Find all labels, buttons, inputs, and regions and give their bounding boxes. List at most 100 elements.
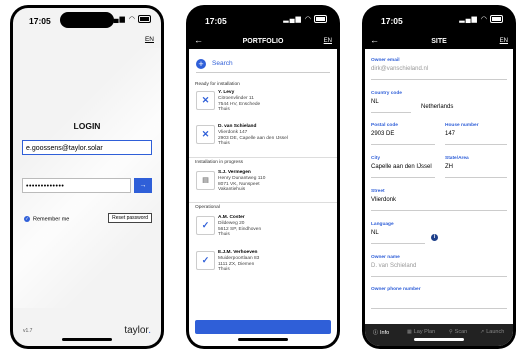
divider xyxy=(371,308,507,309)
remember-me-checkbox[interactable]: ✓ Remember me xyxy=(24,216,69,222)
list-item[interactable]: ✓ E.J.M. Verhoeven Muiderpoortlaan 83 11… xyxy=(196,250,330,279)
street-label: Street xyxy=(371,189,385,194)
nav-bar: ← SITE EN xyxy=(365,34,513,49)
login-phone: 17:05 ▂▄▆ ◠ EN LOGIN e.goossens@taylor.s… xyxy=(10,5,164,349)
installation-icon: ▤ xyxy=(196,171,215,190)
tab-lay-plan-label: Lay Plan xyxy=(413,329,436,335)
battery-icon xyxy=(138,15,151,24)
divider xyxy=(371,177,435,178)
info-icon: ⓘ xyxy=(373,330,379,336)
page-title: SITE xyxy=(431,38,447,45)
primary-action-button[interactable] xyxy=(195,320,331,334)
list-item[interactable]: ✓ A.M. Coster Dildeweg 20 5612 SP, Eindh… xyxy=(196,215,330,244)
city-label: City xyxy=(371,156,381,161)
list-item-text: D. van Schieland Vlierdonk 147 2903 DE, … xyxy=(218,124,288,147)
owner-email-value: dirk@vanschieland.nl xyxy=(371,66,429,72)
search-bar[interactable]: + Search xyxy=(196,59,330,73)
divider xyxy=(371,144,435,145)
language-switch[interactable]: EN xyxy=(145,36,154,43)
street-field[interactable]: Street Vlierdonk xyxy=(371,189,396,203)
divider xyxy=(371,112,411,113)
status-icons: ▂▄▆ ◠ xyxy=(283,15,327,24)
email-field[interactable]: e.goossens@taylor.solar xyxy=(22,140,152,155)
grid-icon: ▦ xyxy=(407,329,412,335)
country-code-field[interactable]: Country code NL xyxy=(371,91,402,105)
divider xyxy=(371,210,507,211)
tab-scan[interactable]: ⚲ Scan xyxy=(449,329,467,335)
site-form: Owner email dirk@vanschieland.nl Country… xyxy=(365,49,513,346)
tab-launch[interactable]: ↗ Launch xyxy=(480,329,504,335)
info-icon[interactable]: i xyxy=(431,234,438,241)
list-item[interactable]: ✕ D. van Schieland Vlierdonk 147 2903 DE… xyxy=(196,124,330,153)
search-input[interactable]: Search xyxy=(212,60,233,67)
nav-bar: ← PORTFOLIO EN xyxy=(189,34,337,49)
postal-code-label: Postal code xyxy=(371,123,398,128)
list-item-text: E.J.M. Verhoeven Muiderpoortlaan 83 1111… xyxy=(218,250,259,273)
list-item[interactable]: ▤ S.J. Vermegen Henry Dunantweg 110 8071… xyxy=(196,170,330,199)
country-code-label: Country code xyxy=(371,91,402,96)
tab-launch-label: Launch xyxy=(486,329,505,335)
brand-dot: . xyxy=(148,325,151,336)
list-item-text: Y. Levy Citroenvlinder 11 7544 HV, Ensch… xyxy=(218,90,260,113)
city-value: Capelle aan den IJssel xyxy=(371,164,432,170)
page-title: PORTFOLIO xyxy=(242,38,284,45)
reset-password-button[interactable]: Reset password xyxy=(108,213,152,223)
status-bar: 17:05 ▂▄▆ ◠ xyxy=(189,8,337,34)
list-item-text: S.J. Vermegen Henry Dunantweg 110 8071 V… xyxy=(218,170,265,193)
site-screen: 17:05 ▂▄▆ ◠ ← SITE EN Owner email dirk@v… xyxy=(365,8,513,346)
language-field[interactable]: Language NL xyxy=(371,222,394,236)
country-code-value: NL xyxy=(371,99,379,105)
divider xyxy=(189,202,337,203)
launch-icon: ↗ xyxy=(480,329,485,335)
tab-info[interactable]: ⓘ Info xyxy=(373,329,389,336)
list-item[interactable]: ✕ Y. Levy Citroenvlinder 11 7544 HV, Ens… xyxy=(196,90,330,119)
bottom-tab-bar: ⓘ Info ▦ Lay Plan ⚲ Scan ↗ Launch xyxy=(365,324,513,346)
portfolio-screen: 17:05 ▂▄▆ ◠ ← PORTFOLIO EN + Search Read… xyxy=(189,8,337,346)
status-time: 17:05 xyxy=(381,16,403,26)
country-name-value: Netherlands xyxy=(421,104,454,110)
page-title: LOGIN xyxy=(73,121,101,131)
tab-info-label: Info xyxy=(380,330,390,336)
section-header-in-progress: Installation in progress xyxy=(195,160,243,165)
language-switch[interactable]: EN xyxy=(324,38,332,44)
divider xyxy=(371,276,507,277)
home-indicator xyxy=(414,338,464,341)
site-note: Thuis xyxy=(218,267,230,273)
list-item-text: A.M. Coster Dildeweg 20 5612 SP, Eindhov… xyxy=(218,215,261,238)
login-submit-button[interactable]: → xyxy=(134,178,152,193)
language-label: Language xyxy=(371,222,394,227)
owner-email-field[interactable]: Owner email dirk@vanschieland.nl xyxy=(371,58,428,72)
city-field[interactable]: City Capelle aan den IJssel xyxy=(371,156,432,170)
add-site-icon[interactable]: + xyxy=(196,59,206,69)
portfolio-content: + Search Ready for installation ✕ Y. Lev… xyxy=(189,49,337,346)
house-number-field[interactable]: House number 147 xyxy=(445,123,479,137)
battery-icon xyxy=(490,15,503,24)
site-street: Henry Dunantweg 110 xyxy=(218,175,266,181)
country-name: Netherlands xyxy=(421,104,453,110)
language-value: NL xyxy=(371,230,379,236)
brand-logo: taylor. xyxy=(124,325,151,336)
password-field[interactable]: ••••••••••••• xyxy=(22,178,131,193)
dynamic-island xyxy=(412,12,466,28)
dynamic-island xyxy=(236,12,290,28)
site-note: Thuis xyxy=(218,107,230,113)
battery-icon xyxy=(314,15,327,24)
check-icon: ✓ xyxy=(196,251,215,270)
owner-email-label: Owner email xyxy=(371,58,400,63)
dynamic-island xyxy=(60,12,114,28)
section-header-operational: Operational xyxy=(195,205,220,210)
site-note: Thuis xyxy=(218,232,230,238)
owner-phone-field[interactable]: Owner phone number xyxy=(371,287,421,292)
status-icons: ▂▄▆ ◠ xyxy=(107,15,151,24)
owner-name-field[interactable]: Owner name D. van Schieland xyxy=(371,255,416,269)
status-time: 17:05 xyxy=(29,16,51,26)
tab-lay-plan[interactable]: ▦ Lay Plan xyxy=(407,329,435,335)
language-switch[interactable]: EN xyxy=(500,38,508,44)
postal-code-field[interactable]: Postal code 2903 DE xyxy=(371,123,398,137)
state-field[interactable]: State/Area ZH xyxy=(445,156,469,170)
check-icon: ✓ xyxy=(24,216,30,222)
app-version: v1.7 xyxy=(23,328,33,334)
postal-code-value: 2903 DE xyxy=(371,131,395,137)
site-phone: 17:05 ▂▄▆ ◠ ← SITE EN Owner email dirk@v… xyxy=(362,5,516,349)
divider xyxy=(189,157,337,158)
